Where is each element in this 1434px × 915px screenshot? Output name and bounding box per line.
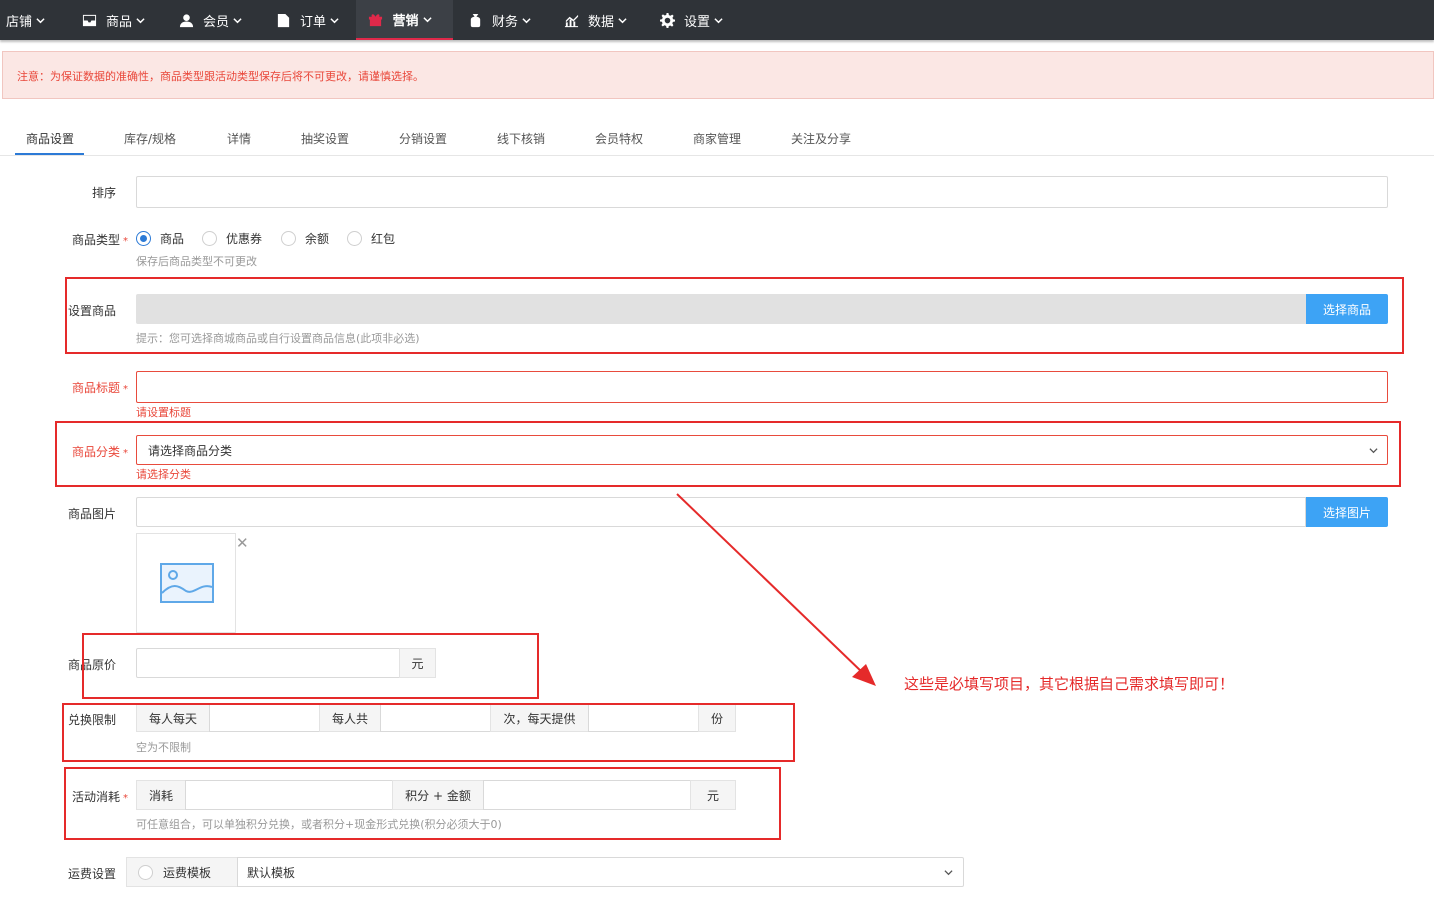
title-error: 请设置标题 [136,406,191,419]
nav-item-member[interactable]: 会员 [179,0,251,40]
chevron-down-icon [944,870,953,876]
active-tab-indicator [15,153,84,155]
user-icon [179,13,194,27]
shipping-label: 运费设置 [67,867,116,881]
tab-stock-spec[interactable]: 库存/规格 [124,130,176,147]
image-label: 商品图片 [67,507,116,521]
type-radio-goods[interactable]: 商品 [136,230,184,247]
tab-offline-verify[interactable]: 线下核销 [497,130,545,147]
goods-type-label: 商品类型 * [71,233,128,247]
nav-item-data[interactable]: 数据 [564,0,636,40]
tab-merchant[interactable]: 商家管理 [693,130,741,147]
title-label: 商品标题 * [71,381,128,395]
image-thumbnail [136,533,236,633]
annotation-box-price [82,633,539,699]
nav-item-finance[interactable]: 财务 [468,0,540,40]
chevron-down-icon [330,17,339,23]
image-input[interactable] [136,497,1306,527]
chevron-down-icon [36,17,45,23]
sort-input[interactable] [136,176,1388,208]
nav-item-marketing[interactable]: 营销 [356,0,453,40]
gift-icon [369,13,383,26]
type-radio-balance[interactable]: 余额 [281,230,329,247]
top-navigation: 店铺 商品 会员 订单 营销 财务 数据 设置 [0,0,1434,40]
goods-type-help: 保存后商品类型不可更改 [136,255,257,268]
notice-banner: 注意：为保证数据的准确性，商品类型跟活动类型保存后将不可更改，请谨慎选择。 [2,51,1434,99]
chevron-down-icon [522,17,531,23]
gear-icon [660,12,675,28]
tab-distribution[interactable]: 分销设置 [399,130,447,147]
shipping-template-select[interactable]: 默认模板 [237,857,964,887]
tab-follow-share[interactable]: 关注及分享 [791,130,851,147]
type-radio-redpacket[interactable]: 红包 [347,230,395,247]
tab-goods-settings[interactable]: 商品设置 [26,130,74,147]
select-image-button[interactable]: 选择图片 [1306,497,1388,527]
title-input[interactable] [136,371,1388,403]
nav-item-shop[interactable]: 店铺 [0,0,60,40]
chevron-down-icon [136,17,145,23]
notice-text: 注意：为保证数据的准确性，商品类型跟活动类型保存后将不可更改，请谨慎选择。 [17,70,424,83]
inbox-icon [82,14,97,26]
sort-label: 排序 [91,186,116,200]
chevron-down-icon [618,17,627,23]
tab-member-privilege[interactable]: 会员特权 [595,130,643,147]
tab-bar: 商品设置 库存/规格 详情 抽奖设置 分销设置 线下核销 会员特权 商家管理 关… [0,120,1434,156]
annotation-box-cost [64,767,781,840]
image-placeholder-icon [160,563,214,603]
chevron-down-icon [714,17,723,23]
nav-item-settings[interactable]: 设置 [660,0,732,40]
annotation-box-set-goods [65,277,1404,354]
chart-icon [564,14,579,27]
moneybag-icon [470,13,481,27]
chevron-down-icon [422,16,432,22]
chevron-down-icon [233,17,242,23]
annotation-box-limit [62,703,795,762]
nav-item-goods[interactable]: 商品 [82,0,154,40]
type-radio-coupon[interactable]: 优惠券 [202,230,262,247]
remove-image-icon[interactable]: ✕ [236,536,249,551]
file-icon [277,13,290,27]
tab-detail[interactable]: 详情 [227,130,251,147]
nav-item-order[interactable]: 订单 [276,0,348,40]
tab-lottery[interactable]: 抽奖设置 [301,130,349,147]
annotation-text: 这些是必填写项目，其它根据自己需求填写即可！ [904,675,1235,693]
annotation-box-category [55,421,1401,487]
shipping-template-radio[interactable]: 运费模板 [126,857,238,887]
